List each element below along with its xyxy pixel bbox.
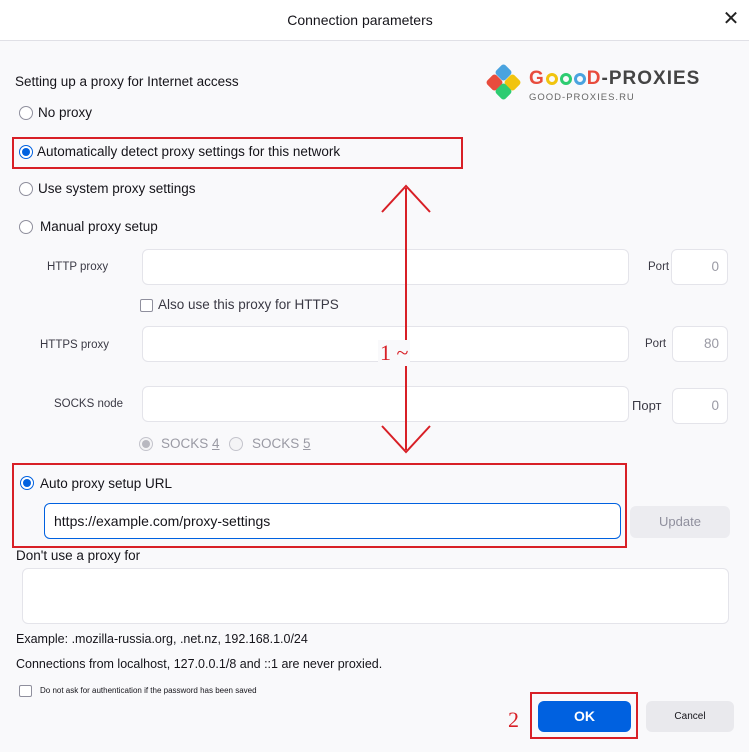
also-https-checkbox[interactable] bbox=[140, 299, 153, 312]
radio-manual-proxy[interactable] bbox=[19, 220, 33, 234]
logo-letter-g: G bbox=[529, 68, 545, 89]
http-proxy-label: HTTP proxy bbox=[47, 261, 109, 273]
no-auth-prompt-label[interactable]: Do not ask for authentication if the pas… bbox=[40, 686, 257, 695]
logo-o-icon bbox=[573, 73, 586, 85]
update-button[interactable]: Update bbox=[630, 506, 730, 538]
http-port-input[interactable]: 0 bbox=[671, 249, 728, 285]
logo-o-icon bbox=[559, 73, 572, 85]
close-icon[interactable]: ✕ bbox=[721, 9, 741, 29]
socks5-accesskey: 5 bbox=[303, 436, 311, 451]
radio-system-proxy-label[interactable]: Use system proxy settings bbox=[38, 181, 196, 196]
socks-port-label: Порт bbox=[632, 398, 662, 413]
no-proxy-for-textarea[interactable] bbox=[22, 568, 729, 624]
socks4-text: SOCKS bbox=[161, 436, 213, 451]
socks-node-label: SOCKS node bbox=[54, 398, 124, 410]
logo-o-icon bbox=[545, 73, 558, 85]
cancel-button[interactable]: Cancel bbox=[646, 701, 734, 732]
localhost-note: Connections from localhost, 127.0.0.1/8 … bbox=[16, 657, 383, 671]
logo-brand-rest: -PROXIES bbox=[601, 68, 701, 89]
radio-no-proxy[interactable] bbox=[19, 106, 33, 120]
highlight-ok-button bbox=[530, 692, 638, 739]
logo-domain: GOOD-PROXIES.RU bbox=[529, 92, 635, 103]
socks4-accesskey: 4 bbox=[212, 436, 220, 451]
highlight-auto-detect bbox=[12, 137, 463, 169]
radio-socks5[interactable] bbox=[229, 437, 243, 451]
https-port-label: Port bbox=[645, 338, 667, 350]
https-port-input[interactable]: 80 bbox=[672, 326, 728, 362]
radio-socks4-label[interactable]: SOCKS 4 bbox=[161, 436, 220, 451]
http-port-label: Port bbox=[648, 261, 670, 273]
logo-letter-d: D bbox=[586, 68, 602, 89]
annotation-step-2: 2 bbox=[508, 707, 519, 732]
also-https-label[interactable]: Also use this proxy for HTTPS bbox=[158, 297, 339, 312]
proxy-heading: Setting up a proxy for Internet access bbox=[15, 74, 239, 89]
highlight-auto-proxy-url bbox=[12, 463, 627, 548]
socks-port-input[interactable]: 0 bbox=[672, 388, 728, 424]
radio-socks5-label[interactable]: SOCKS 5 bbox=[252, 436, 311, 451]
double-arrow-annotation-icon bbox=[381, 184, 431, 454]
title-bar: Connection parameters ✕ bbox=[0, 0, 749, 41]
annotation-step-1: 1 ~ bbox=[378, 340, 411, 366]
window-title: Connection parameters bbox=[287, 12, 433, 28]
radio-no-proxy-label[interactable]: No proxy bbox=[38, 105, 92, 120]
radio-socks4[interactable] bbox=[139, 437, 153, 451]
no-auth-prompt-checkbox[interactable] bbox=[19, 685, 32, 697]
radio-manual-proxy-label[interactable]: Manual proxy setup bbox=[40, 219, 158, 234]
no-proxy-for-label: Don't use a proxy for bbox=[16, 548, 141, 563]
logo-diamond-icon bbox=[486, 64, 521, 100]
good-proxies-logo: G D-PROXIES GOOD-PROXIES.RU bbox=[484, 64, 714, 108]
logo-wordmark: G D-PROXIES bbox=[529, 68, 700, 90]
socks5-text: SOCKS bbox=[252, 436, 304, 451]
example-text: Example: .mozilla-russia.org, .net.nz, 1… bbox=[16, 632, 308, 646]
https-proxy-label: HTTPS proxy bbox=[40, 339, 110, 351]
radio-system-proxy[interactable] bbox=[19, 182, 33, 196]
